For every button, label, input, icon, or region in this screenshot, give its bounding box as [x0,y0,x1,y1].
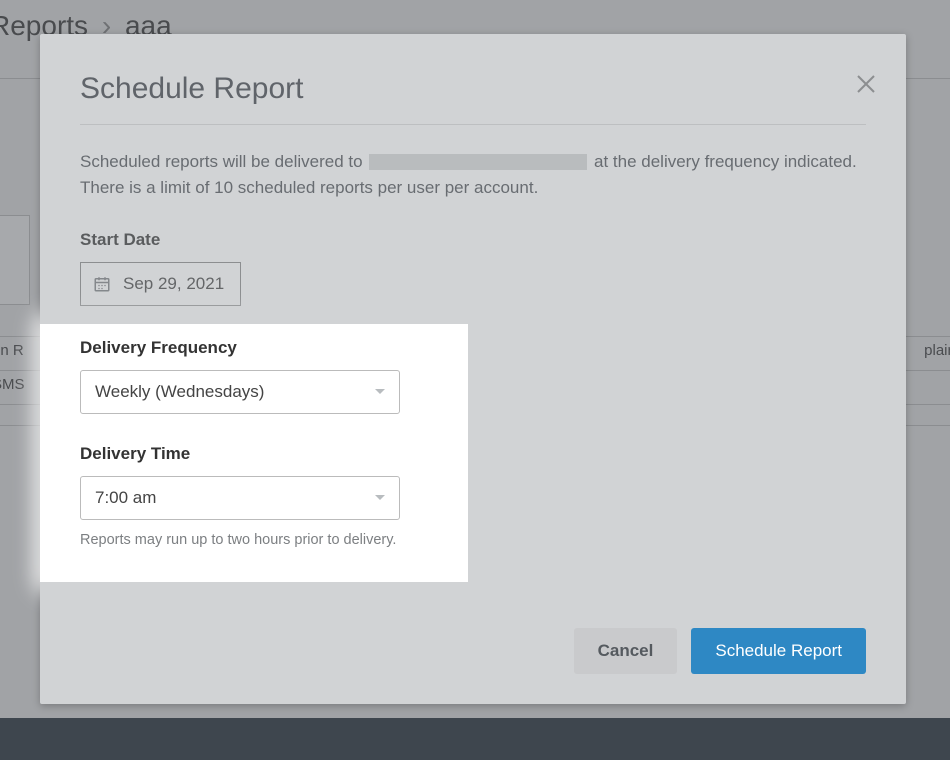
start-date-label: Start Date [80,230,866,250]
schedule-report-button[interactable]: Schedule Report [691,628,866,674]
delivery-frequency-label: Delivery Frequency [80,338,866,358]
background-text: en R [0,342,24,359]
chevron-down-icon [375,495,385,500]
modal-title: Schedule Report [80,72,866,106]
redacted-email [369,154,587,170]
delivery-time-select[interactable]: 7:00 am [80,476,400,520]
window-chrome [0,718,950,760]
close-button[interactable] [854,72,878,96]
background-text: SMS [0,376,25,393]
delivery-time-hint: Reports may run up to two hours prior to… [80,532,866,548]
start-date-input[interactable]: Sep 29, 2021 [80,262,241,306]
delivery-time-label: Delivery Time [80,444,866,464]
calendar-icon [93,275,111,293]
schedule-report-modal: Schedule Report Scheduled reports will b… [40,34,906,704]
background-card [0,215,30,305]
modal-footer-buttons: Cancel Schedule Report [574,628,866,674]
delivery-frequency-value: Weekly (Wednesdays) [95,382,264,402]
background-text: plaint [924,342,950,359]
cancel-button[interactable]: Cancel [574,628,678,674]
modal-description: Scheduled reports will be delivered to a… [80,149,866,202]
description-pre: Scheduled reports will be delivered to [80,152,367,171]
chevron-down-icon [375,389,385,394]
delivery-frequency-select[interactable]: Weekly (Wednesdays) [80,370,400,414]
divider [80,124,866,125]
close-icon [854,72,878,96]
delivery-time-value: 7:00 am [95,488,156,508]
start-date-value: Sep 29, 2021 [123,274,224,294]
